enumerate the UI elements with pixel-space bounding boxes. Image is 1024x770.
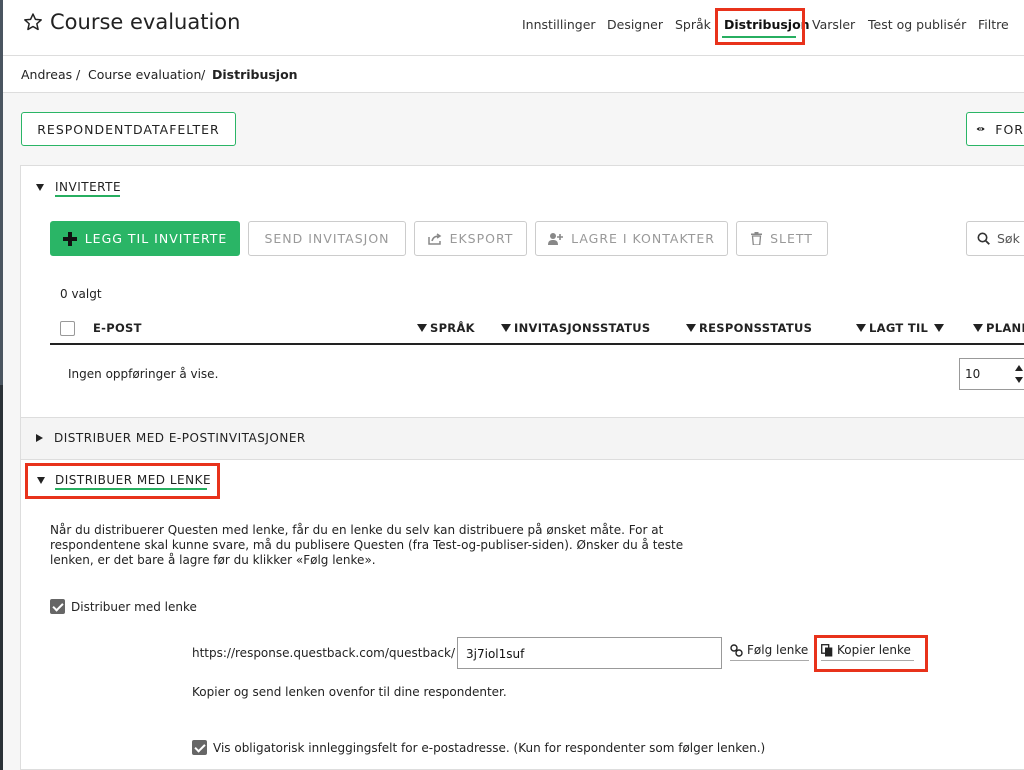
preview-button[interactable]: FOR (966, 112, 1024, 146)
export-label: EKSPORT (449, 231, 514, 246)
highlight-link-section (25, 463, 220, 499)
follow-link-button[interactable]: Følg lenke (730, 643, 808, 657)
preview-label: FOR (995, 121, 1024, 137)
column-header-added[interactable]: LAGT TIL (856, 321, 947, 335)
delete-label: SLETT (770, 231, 813, 246)
link-icon (730, 643, 743, 657)
email-invitations-title[interactable]: DISTRIBUER MED E-POSTINVITASJONER (54, 431, 306, 445)
require-email-label: Vis obligatorisk innleggingsfelt for e-p… (213, 741, 766, 755)
empty-table-message: Ingen oppføringer å vise. (68, 367, 219, 381)
filter-icon[interactable] (501, 324, 511, 332)
nav-sprak[interactable]: Språk (675, 17, 711, 32)
column-header-invitation-status[interactable]: INVITASJONSSTATUS (501, 321, 650, 335)
nav-filtre[interactable]: Filtre (978, 17, 1009, 32)
trash-icon (751, 232, 763, 245)
delete-button[interactable]: SLETT (736, 221, 828, 256)
breadcrumb-item-andreas[interactable]: Andreas (21, 67, 72, 82)
add-invitees-button[interactable]: LEGG TIL INVITERTE (50, 221, 240, 256)
follow-link-underline (730, 660, 809, 661)
column-header-response-status[interactable]: RESPONSSTATUS (686, 321, 812, 335)
search-icon (977, 232, 990, 245)
distribute-with-link-checkbox[interactable] (50, 599, 65, 614)
page-title: Course evaluation (50, 10, 241, 34)
eye-icon (976, 127, 985, 131)
require-email-checkbox[interactable] (192, 740, 207, 755)
nav-varsler[interactable]: Varsler (812, 17, 855, 32)
save-to-contacts-button[interactable]: LAGRE I KONTAKTER (535, 221, 728, 256)
column-header-language[interactable]: SPRÅK (417, 321, 475, 335)
follow-link-label: Følg lenke (747, 643, 809, 657)
respondent-fields-button[interactable]: RESPONDENTDATAFELTER (21, 112, 236, 146)
plus-icon (62, 231, 77, 246)
filter-icon[interactable] (417, 324, 427, 332)
nav-innstillinger[interactable]: Innstillinger (522, 17, 596, 32)
search-input[interactable]: Søk (966, 221, 1024, 256)
add-user-icon (548, 233, 564, 245)
breadcrumb-item-course[interactable]: Course evaluation (88, 67, 201, 82)
add-invitees-label: LEGG TIL INVITERTE (84, 231, 228, 246)
search-placeholder: Søk (997, 231, 1020, 246)
export-icon (427, 232, 441, 245)
column-header-email[interactable]: E-POST (93, 321, 142, 335)
filter-icon[interactable] (686, 324, 696, 332)
send-invitation-button[interactable]: SEND INVITASJON (248, 221, 406, 256)
column-header-planned[interactable]: PLANL (973, 321, 1024, 335)
star-icon[interactable] (23, 12, 43, 32)
section-underline (55, 195, 120, 197)
copy-hint: Kopier og send lenken ovenfor til dine r… (192, 685, 507, 699)
highlight-copy-link (814, 635, 928, 672)
send-invitation-label: SEND INVITASJON (264, 231, 390, 246)
page-size-value: 10 (965, 367, 981, 381)
collapse-triangle-icon[interactable] (36, 184, 44, 191)
nav-test-og-publiser[interactable]: Test og publisér (868, 17, 966, 32)
link-description: Når du distribuerer Questen med lenke, f… (50, 523, 684, 567)
export-button[interactable]: EKSPORT (414, 221, 527, 256)
breadcrumb-separator: / (76, 67, 81, 82)
url-prefix: https://response.questback.com/questback… (192, 646, 456, 660)
invitees-section-title[interactable]: INVITERTE (55, 180, 121, 194)
selected-count: 0 valgt (60, 287, 102, 301)
filter-icon[interactable] (973, 324, 983, 332)
url-slug-input[interactable]: 3j7iol1suf (457, 637, 722, 669)
select-all-checkbox[interactable] (60, 321, 75, 336)
filter-icon[interactable] (856, 324, 866, 332)
distribute-with-link-label: Distribuer med lenke (71, 600, 197, 614)
table-header-rule (50, 343, 1024, 345)
breadcrumb-separator: / (201, 67, 206, 82)
expand-triangle-icon[interactable] (36, 434, 43, 442)
nav-designer[interactable]: Designer (607, 17, 663, 32)
breadcrumb-item-current: Distribusjon (212, 67, 298, 82)
stepper-arrows-icon[interactable] (1014, 362, 1024, 386)
save-to-contacts-label: LAGRE I KONTAKTER (571, 231, 715, 246)
highlight-distribusjon (715, 8, 805, 45)
page-size-stepper[interactable]: 10 (959, 358, 1024, 390)
sort-desc-icon[interactable] (934, 324, 945, 332)
